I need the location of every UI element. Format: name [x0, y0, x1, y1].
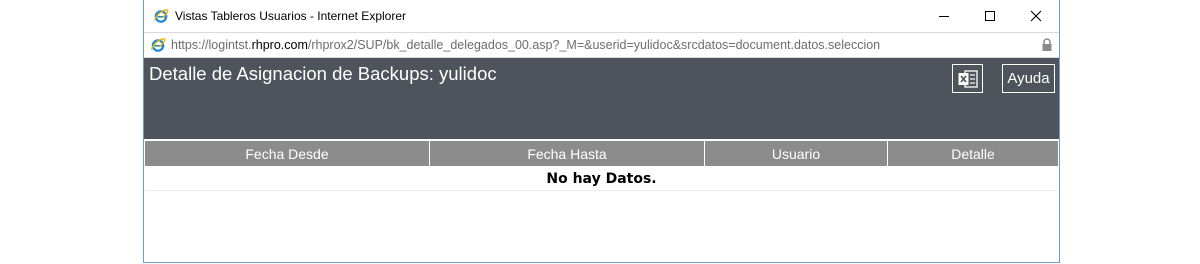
internet-explorer-icon [153, 8, 169, 24]
column-header-usuario[interactable]: Usuario [705, 141, 888, 166]
column-header-fecha-hasta[interactable]: Fecha Hasta [430, 141, 705, 166]
title-bar: Vistas Tableros Usuarios - Internet Expl… [144, 0, 1059, 32]
maximize-button[interactable] [967, 0, 1013, 32]
browser-window: Vistas Tableros Usuarios - Internet Expl… [143, 0, 1060, 263]
address-bar[interactable]: https://logintst.rhpro.com/rhprox2/SUP/b… [144, 32, 1059, 58]
column-header-fecha-desde[interactable]: Fecha Desde [145, 141, 430, 166]
url-prefix: https://logintst. [171, 38, 252, 52]
export-excel-button[interactable] [952, 64, 983, 93]
page-title: Detalle de Asignacion de Backups: yulido… [149, 63, 497, 84]
excel-icon [958, 69, 978, 88]
maximize-icon [985, 11, 995, 21]
close-icon [1030, 10, 1042, 22]
window-controls [921, 0, 1059, 32]
help-button[interactable]: Ayuda [1002, 64, 1055, 93]
url-domain: rhpro.com [251, 38, 308, 52]
window-title: Vistas Tableros Usuarios - Internet Expl… [175, 9, 406, 23]
empty-table-message: No hay Datos. [145, 168, 1058, 191]
url-path: /rhprox2/SUP/bk_detalle_delegados_00.asp… [307, 38, 881, 52]
url-text[interactable]: https://logintst.rhpro.com/rhprox2/SUP/b… [171, 38, 880, 52]
column-header-detalle[interactable]: Detalle [888, 141, 1058, 166]
page-favicon-icon [150, 37, 166, 53]
minimize-icon [939, 16, 949, 17]
page-header: Detalle de Asignacion de Backups: yulido… [144, 58, 1059, 139]
table-header-row: Fecha Desde Fecha Hasta Usuario Detalle [145, 141, 1058, 166]
close-button[interactable] [1013, 0, 1059, 32]
lock-icon[interactable] [1041, 38, 1053, 52]
minimize-button[interactable] [921, 0, 967, 32]
